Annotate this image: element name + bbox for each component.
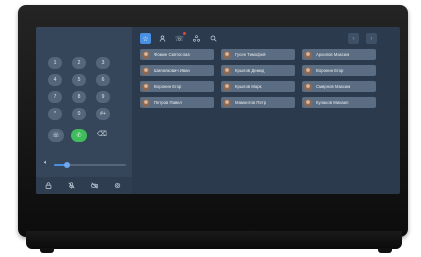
tab-favorites[interactable]: ☆ — [140, 33, 151, 44]
key-6[interactable]: 6 — [96, 74, 110, 86]
volume-track[interactable] — [54, 162, 126, 168]
stand-foot-left — [40, 248, 54, 253]
mic-off-icon[interactable] — [65, 180, 77, 191]
contact-name: Петров Павел — [154, 100, 182, 105]
backspace-button[interactable]: ⌫ — [97, 130, 107, 138]
contact-tile[interactable]: Воронин Егор — [140, 81, 214, 92]
contact-tile[interactable]: Петров Павел — [140, 97, 214, 108]
contact-name: Фомин Святослав — [154, 52, 190, 57]
avatar — [223, 66, 231, 75]
next-page-button[interactable]: › — [366, 33, 377, 44]
key-4[interactable]: 4 — [48, 74, 62, 86]
avatar — [304, 50, 312, 59]
contact-tile[interactable]: Смирнов Максим — [302, 81, 376, 92]
contact-name: Крылов Демид — [235, 68, 265, 73]
tab-recent-calls[interactable]: ☏ — [174, 32, 186, 44]
contact-name: Архипов Максим — [316, 52, 350, 57]
avatar — [142, 66, 150, 75]
key-8[interactable]: 8 — [72, 91, 86, 103]
tab-search[interactable] — [208, 33, 219, 44]
avatar — [223, 50, 231, 59]
star-icon: ☆ — [142, 35, 149, 43]
contact-name: Мамонтов Петр — [235, 100, 267, 105]
key-star[interactable]: * — [48, 108, 62, 120]
call-button[interactable]: ✆ — [71, 129, 87, 142]
keypad-panel: 1 2 3 4 5 6 7 8 9 * 0 #+ ☏ ✆ ⌫ 🔈︎ — [36, 27, 132, 194]
notification-badge — [183, 32, 186, 35]
avatar — [142, 82, 150, 91]
contacts-toolbar: ☆ ☏ ‹ › — [140, 32, 396, 46]
key-7[interactable]: 7 — [48, 91, 62, 103]
contact-tile[interactable]: Кулаков Михаил — [302, 97, 376, 108]
contact-tile[interactable]: Гусев Тимофей — [221, 49, 295, 60]
backspace-icon: ⌫ — [97, 131, 107, 138]
tab-groups[interactable] — [191, 33, 202, 44]
group-icon — [193, 35, 200, 42]
contact-name: Гусев Тимофей — [235, 52, 266, 57]
contact-name: Шипилкович Иван — [154, 68, 190, 73]
contact-tile[interactable]: Мамонтов Петр — [221, 97, 295, 108]
contact-name: Воронин Егор — [316, 68, 344, 73]
avatar — [142, 98, 150, 107]
contact-name: Крылов Марк — [235, 84, 262, 89]
key-hash[interactable]: #+ — [96, 108, 110, 120]
contact-tile[interactable]: Воронин Егор — [302, 65, 376, 76]
avatar — [304, 98, 312, 107]
key-1[interactable]: 1 — [48, 57, 62, 69]
contact-tile[interactable]: Фомин Святослав — [140, 49, 214, 60]
bottom-bar — [36, 177, 132, 194]
contact-name: Смирнов Максим — [316, 84, 351, 89]
avatar — [304, 66, 312, 75]
tab-contacts[interactable] — [157, 33, 168, 44]
contact-tile[interactable]: Шипилкович Иван — [140, 65, 214, 76]
transfer-button[interactable]: ☏ — [48, 129, 64, 142]
key-5[interactable]: 5 — [72, 74, 86, 86]
contact-name: Воронин Егор — [154, 84, 182, 89]
key-2[interactable]: 2 — [72, 57, 86, 69]
phone-icon: ✆ — [76, 133, 82, 139]
search-icon — [210, 35, 217, 42]
lock-icon[interactable] — [42, 180, 54, 191]
device-stand — [26, 231, 402, 249]
phone-transfer-icon: ☏ — [52, 133, 60, 139]
avatar — [223, 98, 231, 107]
camera-off-icon[interactable] — [88, 180, 100, 191]
avatar — [142, 50, 150, 59]
contact-tile[interactable]: Архипов Максим — [302, 49, 376, 60]
contact-tile[interactable]: Крылов Демид — [221, 65, 295, 76]
contact-tile[interactable]: Крылов Марк — [221, 81, 295, 92]
stand-foot-right — [378, 248, 392, 253]
key-9[interactable]: 9 — [96, 91, 110, 103]
key-0[interactable]: 0 — [72, 108, 86, 120]
volume-knob[interactable] — [63, 162, 70, 168]
contact-name: Кулаков Михаил — [316, 100, 349, 105]
avatar — [304, 82, 312, 91]
avatar — [223, 82, 231, 91]
volume-slider[interactable]: 🔈︎ — [44, 160, 128, 169]
settings-icon[interactable] — [111, 180, 123, 191]
missed-calls-icon: ☏ — [175, 35, 184, 43]
screen: 1 2 3 4 5 6 7 8 9 * 0 #+ ☏ ✆ ⌫ 🔈︎ ☆ ☏ ‹ … — [36, 27, 400, 194]
person-icon — [159, 35, 166, 42]
key-3[interactable]: 3 — [96, 57, 110, 69]
speaker-icon: 🔈︎ — [44, 160, 48, 166]
prev-page-button[interactable]: ‹ — [348, 33, 359, 44]
